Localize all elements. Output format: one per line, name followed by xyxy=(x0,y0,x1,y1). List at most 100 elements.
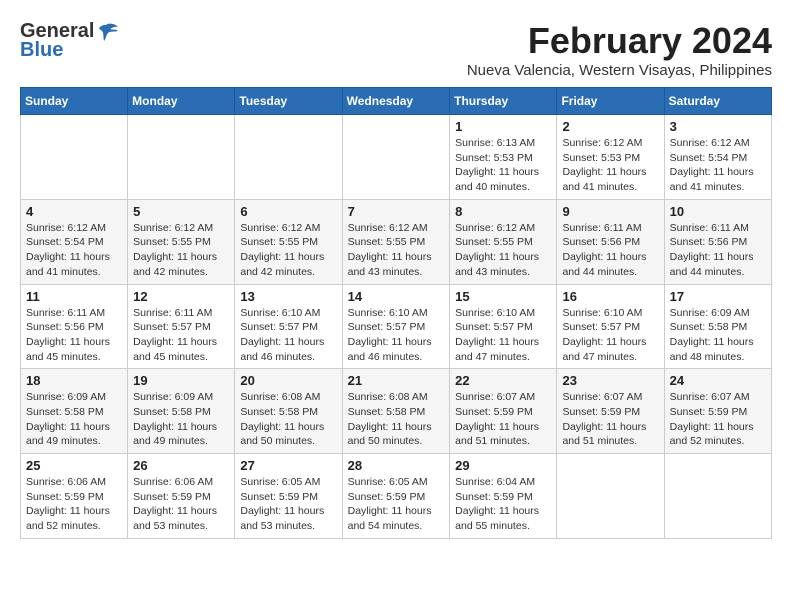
day-number: 7 xyxy=(348,204,445,219)
day-info: Sunrise: 6:11 AM Sunset: 5:56 PM Dayligh… xyxy=(26,306,122,365)
day-number: 20 xyxy=(240,373,336,388)
calendar-week-row: 1 Sunrise: 6:13 AM Sunset: 5:53 PM Daylig… xyxy=(21,115,772,200)
calendar-cell: 25Sunrise: 6:06 AM Sunset: 5:59 PM Dayli… xyxy=(21,454,128,539)
calendar-cell xyxy=(21,115,128,200)
day-number: 28 xyxy=(348,458,445,473)
day-info: Sunrise: 6:09 AM Sunset: 5:58 PM Dayligh… xyxy=(133,390,229,449)
day-number: 11 xyxy=(26,289,122,304)
calendar-week-row: 4 Sunrise: 6:12 AM Sunset: 5:54 PM Daylig… xyxy=(21,199,772,284)
day-number: 3 xyxy=(670,119,766,134)
calendar-week-row: 11 Sunrise: 6:11 AM Sunset: 5:56 PM Dayli… xyxy=(21,284,772,369)
day-info: Sunrise: 6:12 AM Sunset: 5:55 PM Dayligh… xyxy=(133,221,229,280)
calendar-cell: 28 Sunrise: 6:05 AM Sunset: 5:59 PM Dayli… xyxy=(342,454,450,539)
day-number: 22 xyxy=(455,373,551,388)
weekday-header-wednesday: Wednesday xyxy=(342,88,450,115)
day-number: 24 xyxy=(670,373,766,388)
day-info: Sunrise: 6:06 AM Sunset: 5:59 PM Dayligh… xyxy=(133,475,229,534)
calendar-cell: 23Sunrise: 6:07 AM Sunset: 5:59 PM Dayli… xyxy=(557,369,664,454)
calendar-header: SundayMondayTuesdayWednesdayThursdayFrid… xyxy=(21,88,772,115)
logo-blue: Blue xyxy=(20,39,63,62)
calendar-cell: 14 Sunrise: 6:10 AM Sunset: 5:57 PM Dayli… xyxy=(342,284,450,369)
day-number: 10 xyxy=(670,204,766,219)
day-number: 26 xyxy=(133,458,229,473)
day-number: 4 xyxy=(26,204,122,219)
calendar-cell: 1 Sunrise: 6:13 AM Sunset: 5:53 PM Daylig… xyxy=(450,115,557,200)
day-info: Sunrise: 6:10 AM Sunset: 5:57 PM Dayligh… xyxy=(348,306,445,365)
calendar-cell: 26 Sunrise: 6:06 AM Sunset: 5:59 PM Dayli… xyxy=(128,454,235,539)
day-info: Sunrise: 6:10 AM Sunset: 5:57 PM Dayligh… xyxy=(562,306,658,365)
calendar-week-row: 18 Sunrise: 6:09 AM Sunset: 5:58 PM Dayli… xyxy=(21,369,772,454)
day-info: Sunrise: 6:13 AM Sunset: 5:53 PM Dayligh… xyxy=(455,136,551,195)
calendar-cell: 17 Sunrise: 6:09 AM Sunset: 5:58 PM Dayli… xyxy=(664,284,771,369)
weekday-header-saturday: Saturday xyxy=(664,88,771,115)
calendar-cell: 18Sunrise: 6:09 AM Sunset: 5:58 PM Dayli… xyxy=(21,369,128,454)
day-number: 19 xyxy=(133,373,229,388)
day-info: Sunrise: 6:05 AM Sunset: 5:59 PM Dayligh… xyxy=(348,475,445,534)
day-info: Sunrise: 6:10 AM Sunset: 5:57 PM Dayligh… xyxy=(240,306,336,365)
day-info: Sunrise: 6:07 AM Sunset: 5:59 PM Dayligh… xyxy=(670,390,766,449)
calendar-cell: 29Sunrise: 6:04 AM Sunset: 5:59 PM Dayli… xyxy=(450,454,557,539)
calendar-week-row: 25Sunrise: 6:06 AM Sunset: 5:59 PM Dayli… xyxy=(21,454,772,539)
calendar-cell: 9Sunrise: 6:11 AM Sunset: 5:56 PM Daylig… xyxy=(557,199,664,284)
calendar-cell: 24 Sunrise: 6:07 AM Sunset: 5:59 PM Dayli… xyxy=(664,369,771,454)
day-number: 13 xyxy=(240,289,336,304)
calendar-cell: 2 Sunrise: 6:12 AM Sunset: 5:53 PM Daylig… xyxy=(557,115,664,200)
day-number: 27 xyxy=(240,458,336,473)
calendar-cell xyxy=(342,115,450,200)
location-subtitle: Nueva Valencia, Western Visayas, Philipp… xyxy=(467,62,772,79)
day-number: 2 xyxy=(562,119,658,134)
calendar-cell: 19 Sunrise: 6:09 AM Sunset: 5:58 PM Dayli… xyxy=(128,369,235,454)
weekday-header-sunday: Sunday xyxy=(21,88,128,115)
day-number: 5 xyxy=(133,204,229,219)
calendar-cell: 13 Sunrise: 6:10 AM Sunset: 5:57 PM Dayli… xyxy=(235,284,342,369)
calendar-body: 1 Sunrise: 6:13 AM Sunset: 5:53 PM Daylig… xyxy=(21,115,772,539)
day-number: 15 xyxy=(455,289,551,304)
day-info: Sunrise: 6:12 AM Sunset: 5:55 PM Dayligh… xyxy=(455,221,551,280)
calendar-cell: 10 Sunrise: 6:11 AM Sunset: 5:56 PM Dayli… xyxy=(664,199,771,284)
day-info: Sunrise: 6:12 AM Sunset: 5:54 PM Dayligh… xyxy=(26,221,122,280)
calendar-cell xyxy=(128,115,235,200)
title-block: February 2024 Nueva Valencia, Western Vi… xyxy=(467,20,772,79)
day-info: Sunrise: 6:09 AM Sunset: 5:58 PM Dayligh… xyxy=(670,306,766,365)
day-info: Sunrise: 6:12 AM Sunset: 5:53 PM Dayligh… xyxy=(562,136,658,195)
calendar-cell xyxy=(664,454,771,539)
day-info: Sunrise: 6:06 AM Sunset: 5:59 PM Dayligh… xyxy=(26,475,122,534)
weekday-header-thursday: Thursday xyxy=(450,88,557,115)
day-info: Sunrise: 6:11 AM Sunset: 5:56 PM Dayligh… xyxy=(562,221,658,280)
calendar-cell: 7 Sunrise: 6:12 AM Sunset: 5:55 PM Daylig… xyxy=(342,199,450,284)
calendar-cell: 11 Sunrise: 6:11 AM Sunset: 5:56 PM Dayli… xyxy=(21,284,128,369)
month-year-title: February 2024 xyxy=(467,20,772,62)
day-info: Sunrise: 6:11 AM Sunset: 5:57 PM Dayligh… xyxy=(133,306,229,365)
calendar-cell: 6Sunrise: 6:12 AM Sunset: 5:55 PM Daylig… xyxy=(235,199,342,284)
day-info: Sunrise: 6:07 AM Sunset: 5:59 PM Dayligh… xyxy=(562,390,658,449)
weekday-header-row: SundayMondayTuesdayWednesdayThursdayFrid… xyxy=(21,88,772,115)
day-number: 18 xyxy=(26,373,122,388)
logo: General Blue xyxy=(20,20,120,62)
day-number: 29 xyxy=(455,458,551,473)
day-info: Sunrise: 6:11 AM Sunset: 5:56 PM Dayligh… xyxy=(670,221,766,280)
calendar-cell: 27Sunrise: 6:05 AM Sunset: 5:59 PM Dayli… xyxy=(235,454,342,539)
day-info: Sunrise: 6:10 AM Sunset: 5:57 PM Dayligh… xyxy=(455,306,551,365)
page-header: General Blue February 2024 Nueva Valenci… xyxy=(20,20,772,79)
calendar-cell: 22Sunrise: 6:07 AM Sunset: 5:59 PM Dayli… xyxy=(450,369,557,454)
calendar-cell: 15 Sunrise: 6:10 AM Sunset: 5:57 PM Dayli… xyxy=(450,284,557,369)
logo-bird-icon xyxy=(98,23,120,41)
weekday-header-tuesday: Tuesday xyxy=(235,88,342,115)
day-info: Sunrise: 6:08 AM Sunset: 5:58 PM Dayligh… xyxy=(348,390,445,449)
day-number: 1 xyxy=(455,119,551,134)
calendar-cell: 16 Sunrise: 6:10 AM Sunset: 5:57 PM Dayli… xyxy=(557,284,664,369)
day-number: 8 xyxy=(455,204,551,219)
day-number: 16 xyxy=(562,289,658,304)
calendar-cell: 5 Sunrise: 6:12 AM Sunset: 5:55 PM Daylig… xyxy=(128,199,235,284)
calendar-cell: 21Sunrise: 6:08 AM Sunset: 5:58 PM Dayli… xyxy=(342,369,450,454)
day-number: 17 xyxy=(670,289,766,304)
calendar-cell: 20 Sunrise: 6:08 AM Sunset: 5:58 PM Dayli… xyxy=(235,369,342,454)
calendar-cell: 8 Sunrise: 6:12 AM Sunset: 5:55 PM Daylig… xyxy=(450,199,557,284)
weekday-header-friday: Friday xyxy=(557,88,664,115)
day-info: Sunrise: 6:12 AM Sunset: 5:55 PM Dayligh… xyxy=(348,221,445,280)
day-number: 14 xyxy=(348,289,445,304)
calendar-cell xyxy=(557,454,664,539)
day-info: Sunrise: 6:08 AM Sunset: 5:58 PM Dayligh… xyxy=(240,390,336,449)
calendar-table: SundayMondayTuesdayWednesdayThursdayFrid… xyxy=(20,87,772,539)
calendar-cell: 4 Sunrise: 6:12 AM Sunset: 5:54 PM Daylig… xyxy=(21,199,128,284)
